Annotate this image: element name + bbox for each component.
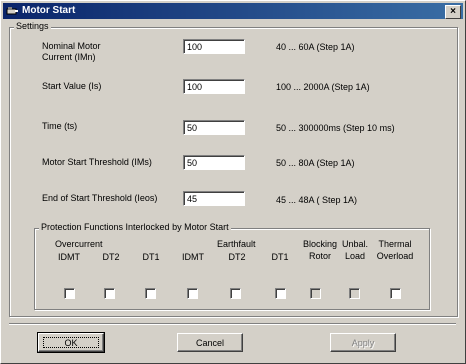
start-value-label: Start Value (Is): [42, 81, 102, 91]
col-ef-dt1-label: DT1: [271, 252, 289, 262]
ok-button[interactable]: OK: [37, 332, 105, 353]
buttons-divider: [9, 323, 456, 325]
time-range: 50 ... 300000ms (Step 10 ms): [276, 123, 395, 133]
checkbox-thermal-overload[interactable]: [390, 288, 401, 299]
settings-group-label: Settings: [14, 21, 51, 31]
overcurrent-label: Overcurrent: [55, 239, 103, 249]
checkbox-oc-dt2[interactable]: [104, 288, 115, 299]
earthfault-label: Earthfault: [217, 239, 256, 249]
window-title: Motor Start: [22, 5, 76, 16]
start-value-input[interactable]: [183, 79, 245, 94]
apply-button: Apply: [330, 333, 396, 352]
checkbox-unbal-load: [349, 288, 360, 299]
col-oc-dt2-label: DT2: [102, 252, 120, 262]
col-thermal-label-line1: Thermal: [378, 239, 412, 249]
motor-start-threshold-range: 50 ... 80A (Step 1A): [276, 158, 355, 168]
protection-group-label: Protection Functions Interlocked by Moto…: [39, 222, 231, 232]
title-bar[interactable]: Motor Start ×: [3, 3, 463, 19]
apply-button-label: Apply: [351, 338, 375, 348]
checkbox-oc-idmt[interactable]: [64, 288, 75, 299]
time-input[interactable]: [183, 120, 245, 135]
motor-start-threshold-input[interactable]: [183, 155, 245, 170]
col-thermal-label-line2: Overload: [376, 251, 414, 261]
end-of-start-threshold-label: End of Start Threshold (Ieos): [42, 193, 158, 203]
col-ef-idmt-label: IDMT: [182, 252, 204, 262]
col-unbal-label-line2: Load: [344, 251, 366, 261]
checkbox-ef-dt2[interactable]: [230, 288, 241, 299]
nominal-motor-current-range: 40 ... 60A (Step 1A): [276, 42, 355, 52]
col-ef-dt2-label: DT2: [228, 252, 246, 262]
cancel-button[interactable]: Cancel: [177, 333, 243, 352]
cancel-button-label: Cancel: [195, 338, 224, 348]
nominal-motor-current-label-line2: Current (IMn): [42, 52, 96, 62]
checkbox-ef-dt1[interactable]: [275, 288, 286, 299]
col-unbal-label-line1: Unbal.: [341, 239, 368, 249]
col-oc-idmt-label: IDMT: [58, 252, 80, 262]
nominal-motor-current-label-line1: Nominal Motor: [42, 41, 101, 51]
motor-start-dialog: Motor Start × Settings Nominal Motor Cur…: [0, 0, 466, 364]
col-oc-dt1-label: DT1: [142, 252, 160, 262]
time-label: Time (ts): [42, 121, 78, 131]
end-of-start-threshold-range: 45 ... 48A ( Step 1A): [276, 195, 358, 205]
start-value-range: 100 ... 2000A (Step 1A): [276, 82, 370, 92]
checkbox-oc-dt1[interactable]: [145, 288, 156, 299]
app-icon: [6, 7, 18, 15]
end-of-start-threshold-input[interactable]: [183, 191, 245, 206]
ok-button-focus-ring: [43, 337, 99, 348]
close-button[interactable]: ×: [445, 5, 461, 19]
checkbox-blocking-rotor: [310, 288, 321, 299]
nominal-motor-current-input[interactable]: [183, 39, 245, 54]
motor-start-threshold-label: Motor Start Threshold (IMs): [42, 157, 152, 167]
checkbox-ef-idmt[interactable]: [187, 288, 198, 299]
